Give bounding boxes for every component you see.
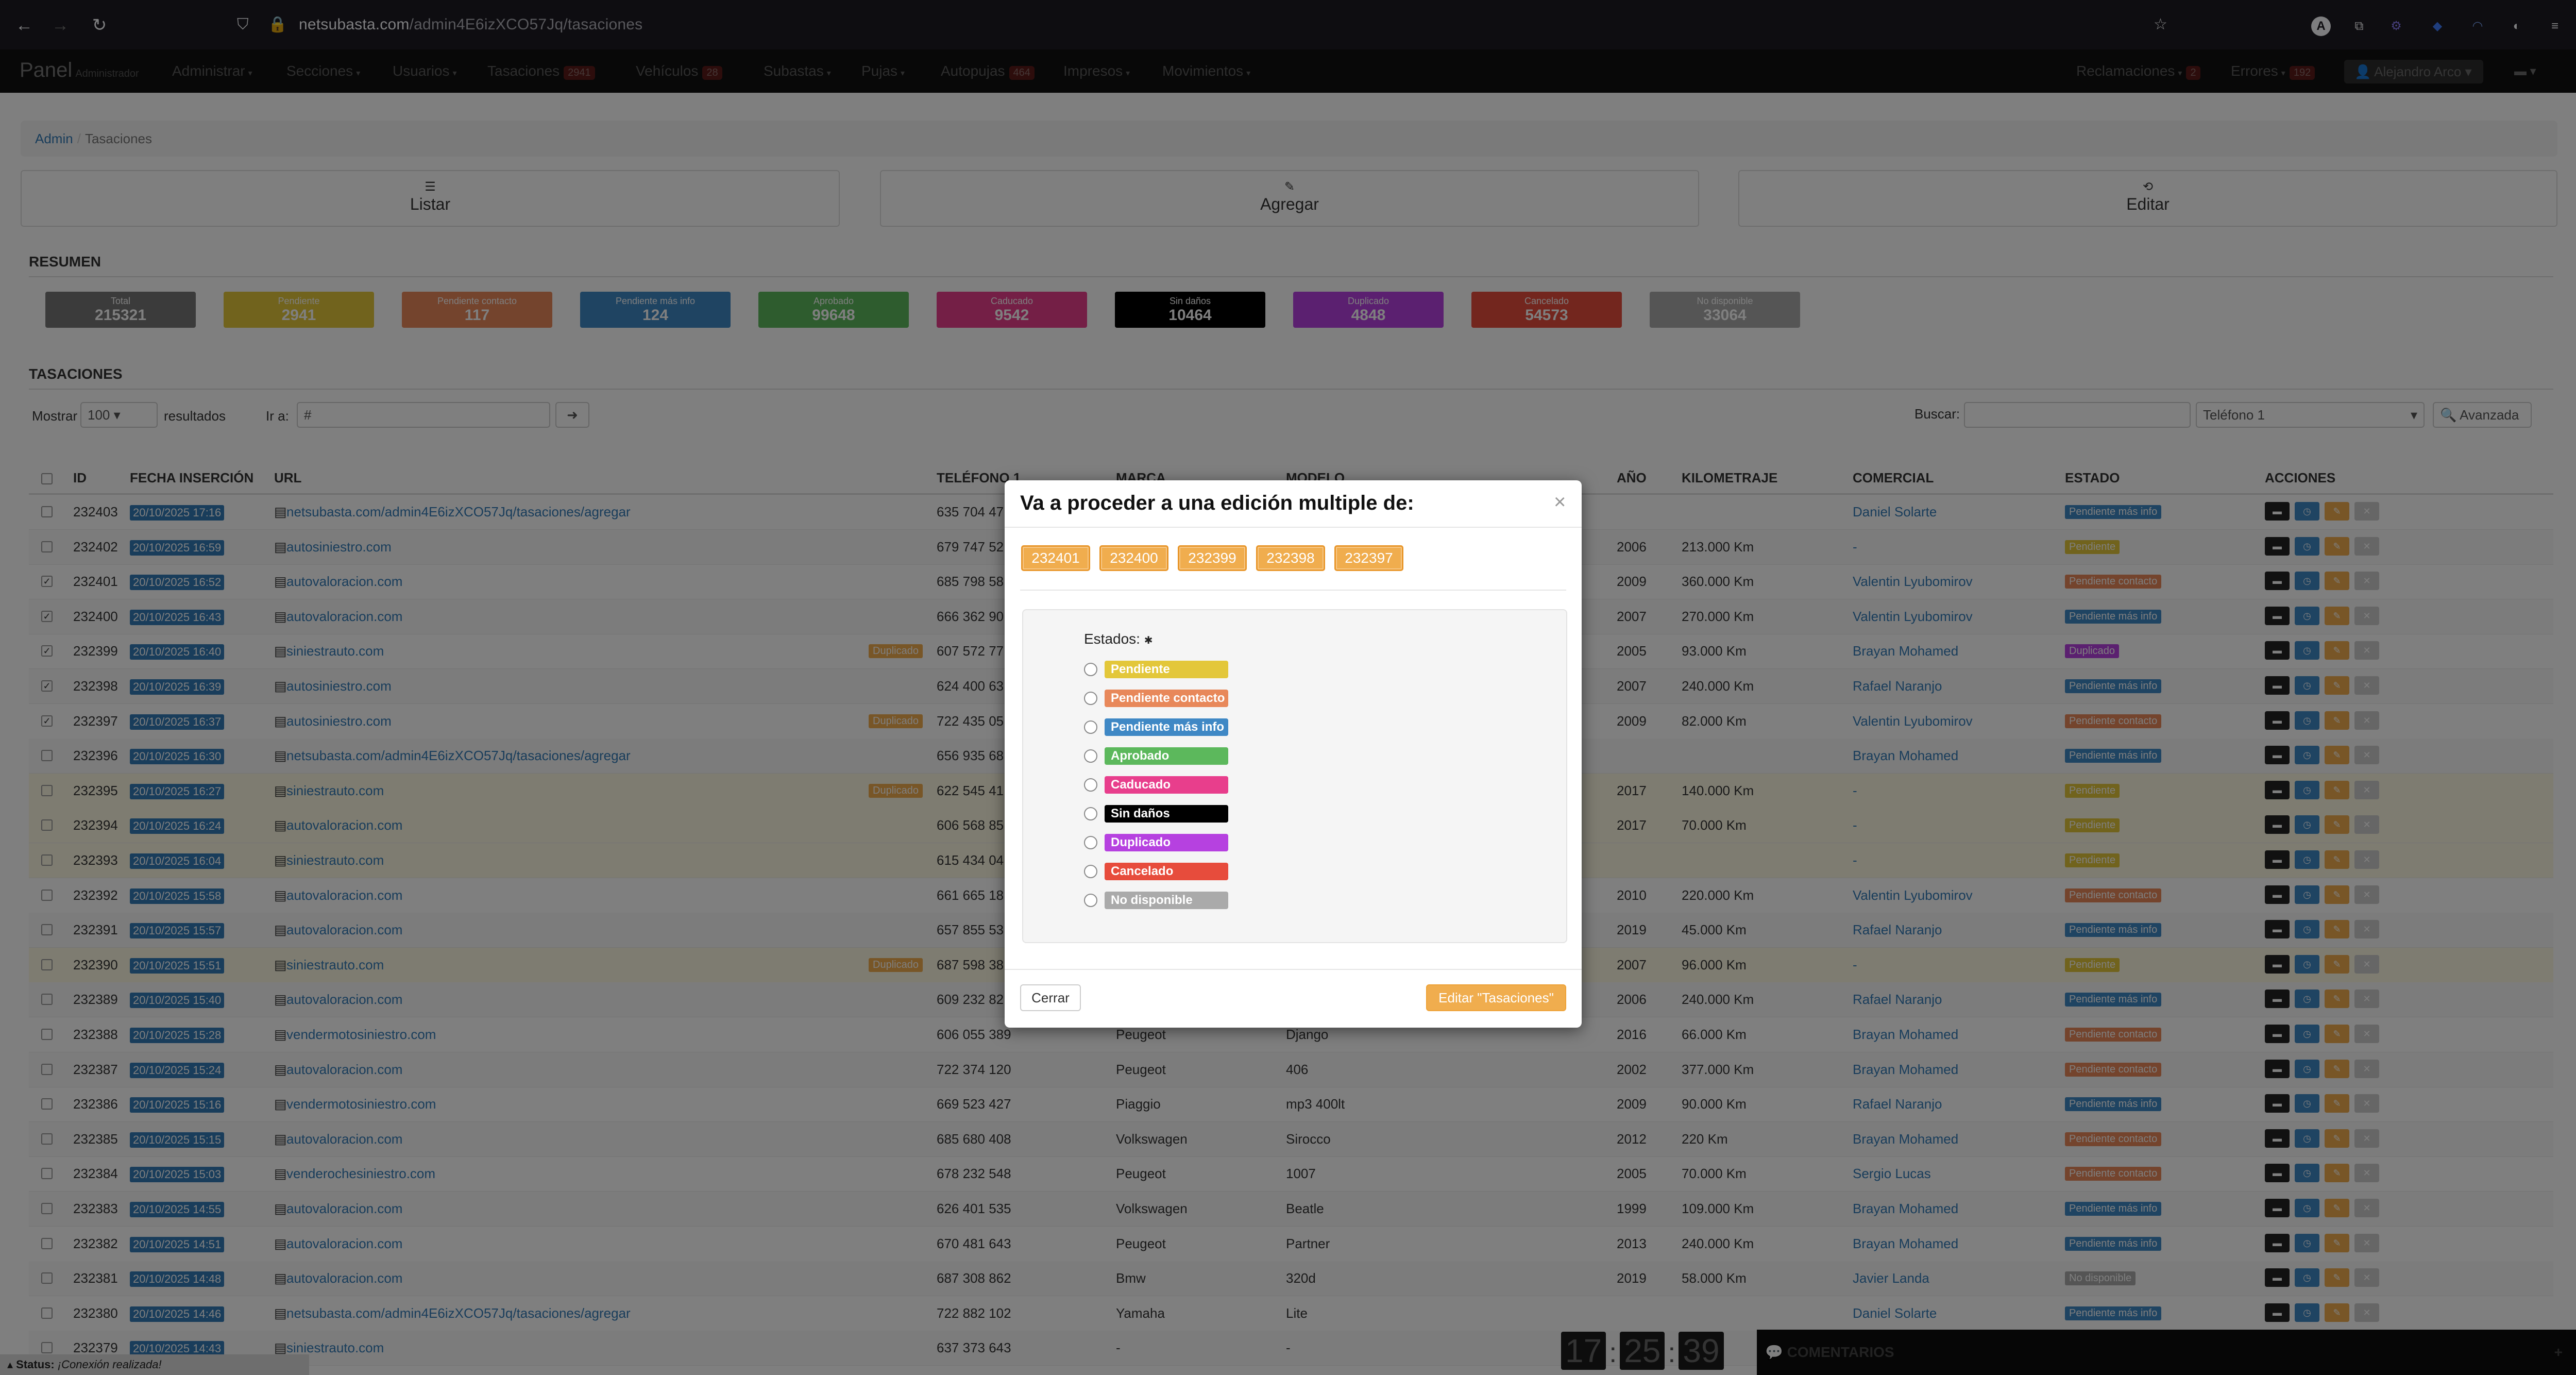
estado-radio[interactable] [1084,865,1097,878]
estados-panel: Estados: ✱ Pendiente Pendiente contacto Pe… [1022,609,1567,943]
divider [1005,969,1582,970]
edit-submit-button[interactable]: Editar "Tasaciones" [1426,984,1566,1011]
bulk-edit-modal: Va a proceder a una edición multiple de:… [1005,480,1582,1028]
selected-id-badge: 232398 [1256,545,1325,571]
estado-option[interactable]: No disponible [1084,891,1290,911]
divider [1005,527,1582,528]
estado-option[interactable]: Caducado [1084,775,1290,796]
close-icon[interactable]: × [1554,492,1566,512]
estado-option[interactable]: Sin daños [1084,804,1290,825]
estado-option[interactable]: Aprobado [1084,746,1290,767]
close-button[interactable]: Cerrar [1020,984,1081,1011]
estado-tag: Cancelado [1105,863,1228,880]
estado-tag: Pendiente más info [1105,718,1228,736]
estado-radio[interactable] [1084,692,1097,705]
screen: { "browser": { "url_host": "netsubasta.c… [0,0,2576,1375]
estado-option[interactable]: Pendiente contacto [1084,689,1290,709]
estado-tag: Aprobado [1105,747,1228,765]
estado-tag: No disponible [1105,892,1228,909]
estado-radio[interactable] [1084,778,1097,792]
estado-radio[interactable] [1084,720,1097,734]
estado-option[interactable]: Pendiente más info [1084,717,1290,738]
estado-tag: Duplicado [1105,834,1228,851]
modal-title: Va a proceder a una edición multiple de: [1020,492,1414,514]
estado-tag: Pendiente [1105,661,1228,678]
estado-option[interactable]: Duplicado [1084,833,1290,853]
estado-radio[interactable] [1084,663,1097,676]
selected-id-badge: 232399 [1178,545,1247,571]
estado-option[interactable]: Pendiente [1084,660,1290,680]
estado-radio[interactable] [1084,807,1097,820]
estado-option[interactable]: Cancelado [1084,862,1290,882]
estado-radio[interactable] [1084,836,1097,849]
estado-tag: Sin daños [1105,805,1228,823]
selected-id-badge: 232400 [1099,545,1168,571]
divider [1020,590,1566,591]
estado-radio[interactable] [1084,749,1097,763]
selected-id-badge: 232397 [1334,545,1403,571]
estado-tag: Pendiente contacto [1105,690,1228,707]
estados-label: Estados: ✱ [1084,631,1153,647]
estado-radio[interactable] [1084,894,1097,907]
estado-tag: Caducado [1105,776,1228,794]
selected-id-badge: 232401 [1021,545,1090,571]
